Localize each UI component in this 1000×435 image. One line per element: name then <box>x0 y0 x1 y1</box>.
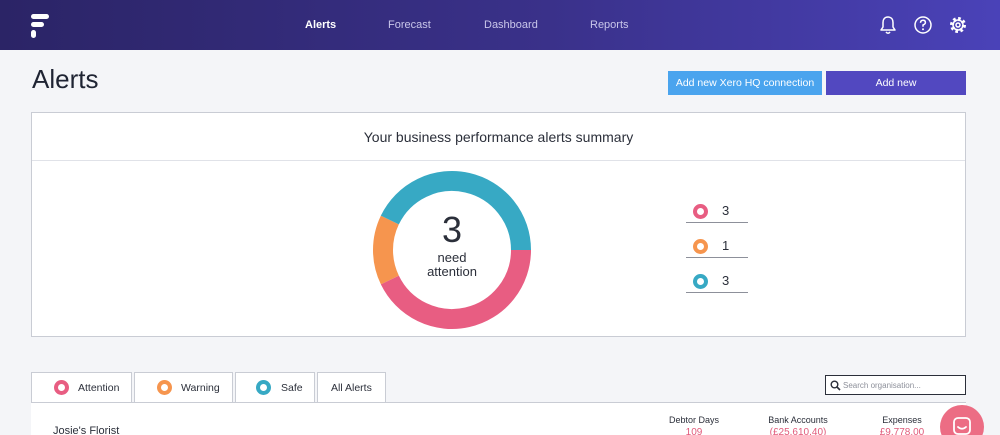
donut-count: 3 <box>441 209 463 250</box>
donut-caption: need attention <box>392 251 512 279</box>
summary-title: Your business performance alerts summary <box>32 113 965 161</box>
legend-value: 3 <box>722 203 730 218</box>
nav-dashboard[interactable]: Dashboard <box>484 0 538 50</box>
metric-label-expenses: Expenses <box>882 415 922 425</box>
metric-label-bank-accounts: Bank Accounts <box>768 415 828 425</box>
chat-launcher-button[interactable] <box>940 405 984 435</box>
tab-label: Warning <box>181 382 220 394</box>
help-icon[interactable] <box>912 14 934 36</box>
donut-caption-line1: need <box>437 250 467 265</box>
add-xero-connection-button[interactable]: Add new Xero HQ connection <box>668 71 822 95</box>
warning-ring-icon <box>157 380 172 395</box>
search-organisation-box <box>825 375 966 395</box>
attention-ring-icon <box>693 204 708 219</box>
chat-icon <box>953 417 971 435</box>
donut-caption-line2: attention <box>427 264 477 279</box>
organisation-list-panel: Josie's Florist Debtor Days 109 Bank Acc… <box>31 402 966 435</box>
bell-icon[interactable] <box>877 14 899 36</box>
organisation-name[interactable]: Josie's Florist <box>53 425 119 435</box>
attention-ring-icon <box>54 380 69 395</box>
top-navigation-bar: Alerts Forecast Dashboard Reports <box>0 0 1000 50</box>
add-new-button[interactable]: Add new <box>826 71 966 95</box>
tab-attention[interactable]: Attention <box>31 372 132 405</box>
tab-warning[interactable]: Warning <box>134 372 233 403</box>
search-input[interactable] <box>843 378 963 392</box>
search-icon <box>830 380 841 391</box>
tab-label: Safe <box>281 382 303 394</box>
warning-ring-icon <box>693 239 708 254</box>
tab-label: Attention <box>78 382 120 394</box>
legend-item-safe: 3 <box>686 269 748 293</box>
safe-ring-icon <box>693 274 708 289</box>
nav-reports[interactable]: Reports <box>590 0 629 50</box>
metric-value-debtor-days: 109 <box>685 427 703 435</box>
metric-value-expenses: £9,778.00 <box>879 427 925 435</box>
legend-value: 3 <box>722 273 730 288</box>
metric-value-bank-accounts: (£25,610.40) <box>769 427 827 435</box>
nav-alerts[interactable]: Alerts <box>305 0 336 50</box>
brand-logo-icon[interactable] <box>28 12 52 40</box>
page-title: Alerts <box>32 64 99 94</box>
legend-value: 1 <box>722 238 730 253</box>
alerts-summary-card: Your business performance alerts summary… <box>31 112 966 337</box>
metric-label-debtor-days: Debtor Days <box>668 415 720 425</box>
nav-forecast[interactable]: Forecast <box>388 0 431 50</box>
tab-all-alerts[interactable]: All Alerts <box>317 372 386 403</box>
gear-icon[interactable] <box>947 14 969 36</box>
tab-label: All Alerts <box>331 382 372 394</box>
safe-ring-icon <box>256 380 271 395</box>
legend-item-warning: 1 <box>686 234 748 258</box>
legend-item-attention: 3 <box>686 199 748 223</box>
tab-safe[interactable]: Safe <box>235 372 315 403</box>
